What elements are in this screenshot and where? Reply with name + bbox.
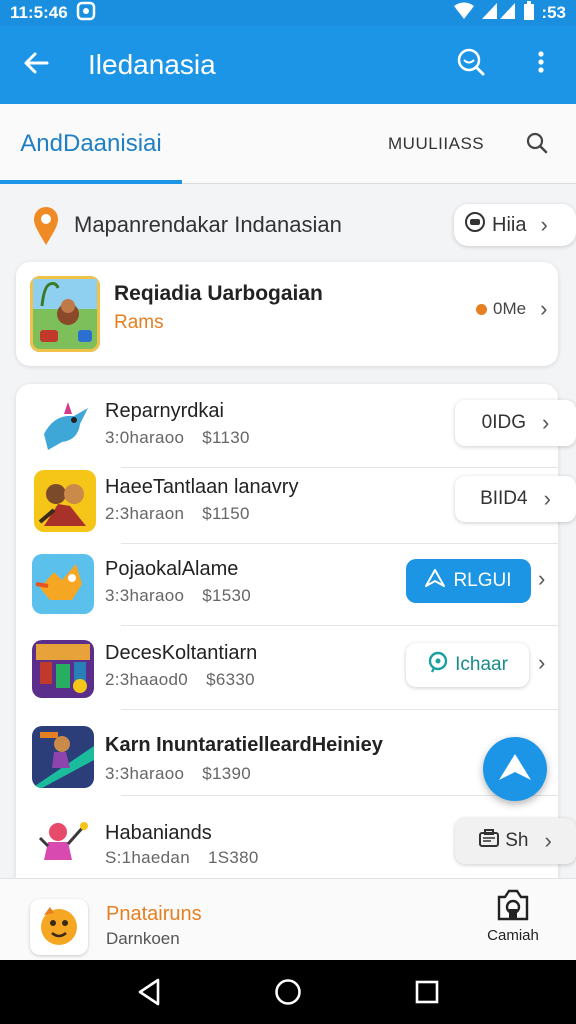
- item-name: Habaniands: [105, 822, 212, 844]
- item-action-button[interactable]: Ichaar: [406, 643, 529, 687]
- item-duration: 2:3haraon: [105, 504, 185, 523]
- system-nav-bar: [0, 960, 576, 1024]
- item-thumbnail: [34, 816, 92, 870]
- item-sub: S:1haedan 1S380: [105, 848, 259, 868]
- status-bar: 11:5:46 :53: [0, 0, 576, 26]
- arrow-left-icon: [23, 48, 49, 82]
- navigate-fab-button[interactable]: [483, 737, 547, 801]
- chevron-right-icon: ›: [540, 296, 548, 321]
- chevron-right-icon: ›: [540, 212, 548, 237]
- item-duration: 3:3haraoo: [105, 586, 185, 605]
- item-thumbnail: [32, 640, 94, 698]
- bottom-bar: Pnatairuns Darnkoen Camiah: [0, 878, 576, 960]
- location-pin-icon: [427, 651, 449, 679]
- navigation-icon: [425, 569, 446, 593]
- item-name: Reparnyrdkai: [105, 400, 224, 422]
- item-price: $1130: [202, 428, 250, 447]
- battery-icon: [523, 0, 535, 26]
- nav-back-button[interactable]: [136, 978, 162, 1011]
- item-price: 1S380: [207, 848, 259, 867]
- divider: [121, 709, 558, 710]
- location-text: Mapanrendakar Indanasian: [74, 212, 342, 237]
- item-action-label: Sh: [505, 830, 529, 851]
- camera-button[interactable]: Camiah: [478, 889, 548, 944]
- page-title: Iledanasia: [88, 49, 216, 80]
- status-time: 11:5:46: [10, 3, 68, 22]
- search-icon: [456, 47, 486, 84]
- item-name: PojaokalAlame: [105, 558, 239, 580]
- navigation-arrow-icon: [497, 752, 533, 787]
- divider: [121, 795, 558, 796]
- location-chip[interactable]: Hiia ›: [454, 204, 576, 246]
- item-action-label: BIID4: [480, 488, 528, 509]
- camera-icon: [495, 889, 531, 927]
- app-bar: Iledanasia: [0, 26, 576, 104]
- more-vert-icon: [537, 50, 545, 81]
- featured-thumbnail: [30, 276, 100, 352]
- item-action-label: 0IDG: [481, 412, 527, 433]
- battery-time: :53: [541, 3, 566, 22]
- item-thumbnail: [32, 726, 94, 788]
- chevron-right-icon: ›: [542, 410, 550, 435]
- bottom-subtitle: Darnkoen: [106, 929, 180, 948]
- search-button[interactable]: [436, 47, 506, 84]
- item-thumbnail: [34, 394, 96, 456]
- tab-active[interactable]: AndDaanisiai: [0, 104, 182, 184]
- item-duration: 2:3haaod0: [105, 670, 189, 689]
- status-dot-icon: [476, 303, 487, 315]
- item-name: DecesKoltantiarn: [105, 642, 258, 664]
- item-action-label: Ichaar: [455, 654, 508, 675]
- back-button[interactable]: [0, 48, 72, 82]
- item-action-button[interactable]: Sh ›: [455, 818, 576, 864]
- featured-title: Reqiadia Uarbogaian: [114, 282, 323, 305]
- nav-home-button[interactable]: [274, 978, 302, 1011]
- tab-bar: AndDaanisiai MUULIIASS: [0, 104, 576, 184]
- item-price: $1530: [202, 586, 252, 605]
- location-pin-icon: [32, 206, 60, 246]
- more-options-button[interactable]: [506, 50, 576, 81]
- item-sub: 3:0haraoo $1130: [105, 428, 250, 448]
- item-sub: 3:3haraoo $1390: [105, 764, 251, 784]
- search-icon: [526, 132, 548, 159]
- tab-other[interactable]: MUULIIASS: [388, 104, 484, 184]
- notification-icon: [76, 1, 96, 26]
- camera-label: Camiah: [487, 927, 539, 944]
- tab-search-button[interactable]: [526, 132, 548, 160]
- item-sub: 2:3haaod0 $6330: [105, 670, 255, 690]
- item-action-button[interactable]: BIID4 ›: [455, 476, 576, 522]
- wifi-icon: [453, 2, 475, 25]
- item-duration: 3:0haraoo: [105, 428, 185, 447]
- location-chip-label: Hiia: [492, 213, 527, 236]
- item-name: Karn InuntaratielleardHeiniey: [105, 734, 383, 756]
- item-sub: 2:3haraon $1150: [105, 504, 250, 524]
- item-action-button[interactable]: 0IDG ›: [455, 400, 576, 446]
- signal-icon: [481, 2, 517, 25]
- item-thumbnail: [32, 554, 94, 614]
- item-action-button[interactable]: RLGUI: [406, 559, 531, 603]
- item-duration: S:1haedan: [105, 848, 190, 867]
- chevron-right-icon[interactable]: ›: [538, 650, 545, 676]
- featured-meta: 0Me ›: [476, 296, 547, 322]
- briefcase-icon: [479, 829, 500, 853]
- featured-subtitle: Rams: [114, 312, 164, 333]
- profile-avatar[interactable]: [30, 899, 88, 955]
- item-price: $1150: [202, 504, 250, 523]
- chevron-right-icon: ›: [544, 828, 552, 853]
- featured-card[interactable]: Reqiadia Uarbogaian Rams 0Me ›: [16, 262, 558, 366]
- bottom-title: Pnatairuns: [106, 903, 202, 925]
- item-sub: 3:3haraoo $1530: [105, 586, 251, 606]
- item-thumbnail: [34, 470, 96, 532]
- list-item[interactable]: Karn InuntaratielleardHeiniey 3:3haraoo $…: [16, 712, 558, 796]
- item-price: $6330: [206, 670, 255, 689]
- item-action-label: RLGUI: [453, 570, 512, 591]
- chevron-right-icon: ›: [543, 486, 551, 511]
- nav-recents-button[interactable]: [415, 980, 439, 1009]
- chat-icon: [464, 211, 486, 239]
- item-price: $1390: [202, 764, 252, 783]
- chevron-right-icon[interactable]: ›: [538, 566, 545, 592]
- item-duration: 3:3haraoo: [105, 764, 185, 783]
- item-name: HaeeTantlaan lanavry: [105, 476, 299, 498]
- featured-meta-label: 0Me: [493, 299, 527, 318]
